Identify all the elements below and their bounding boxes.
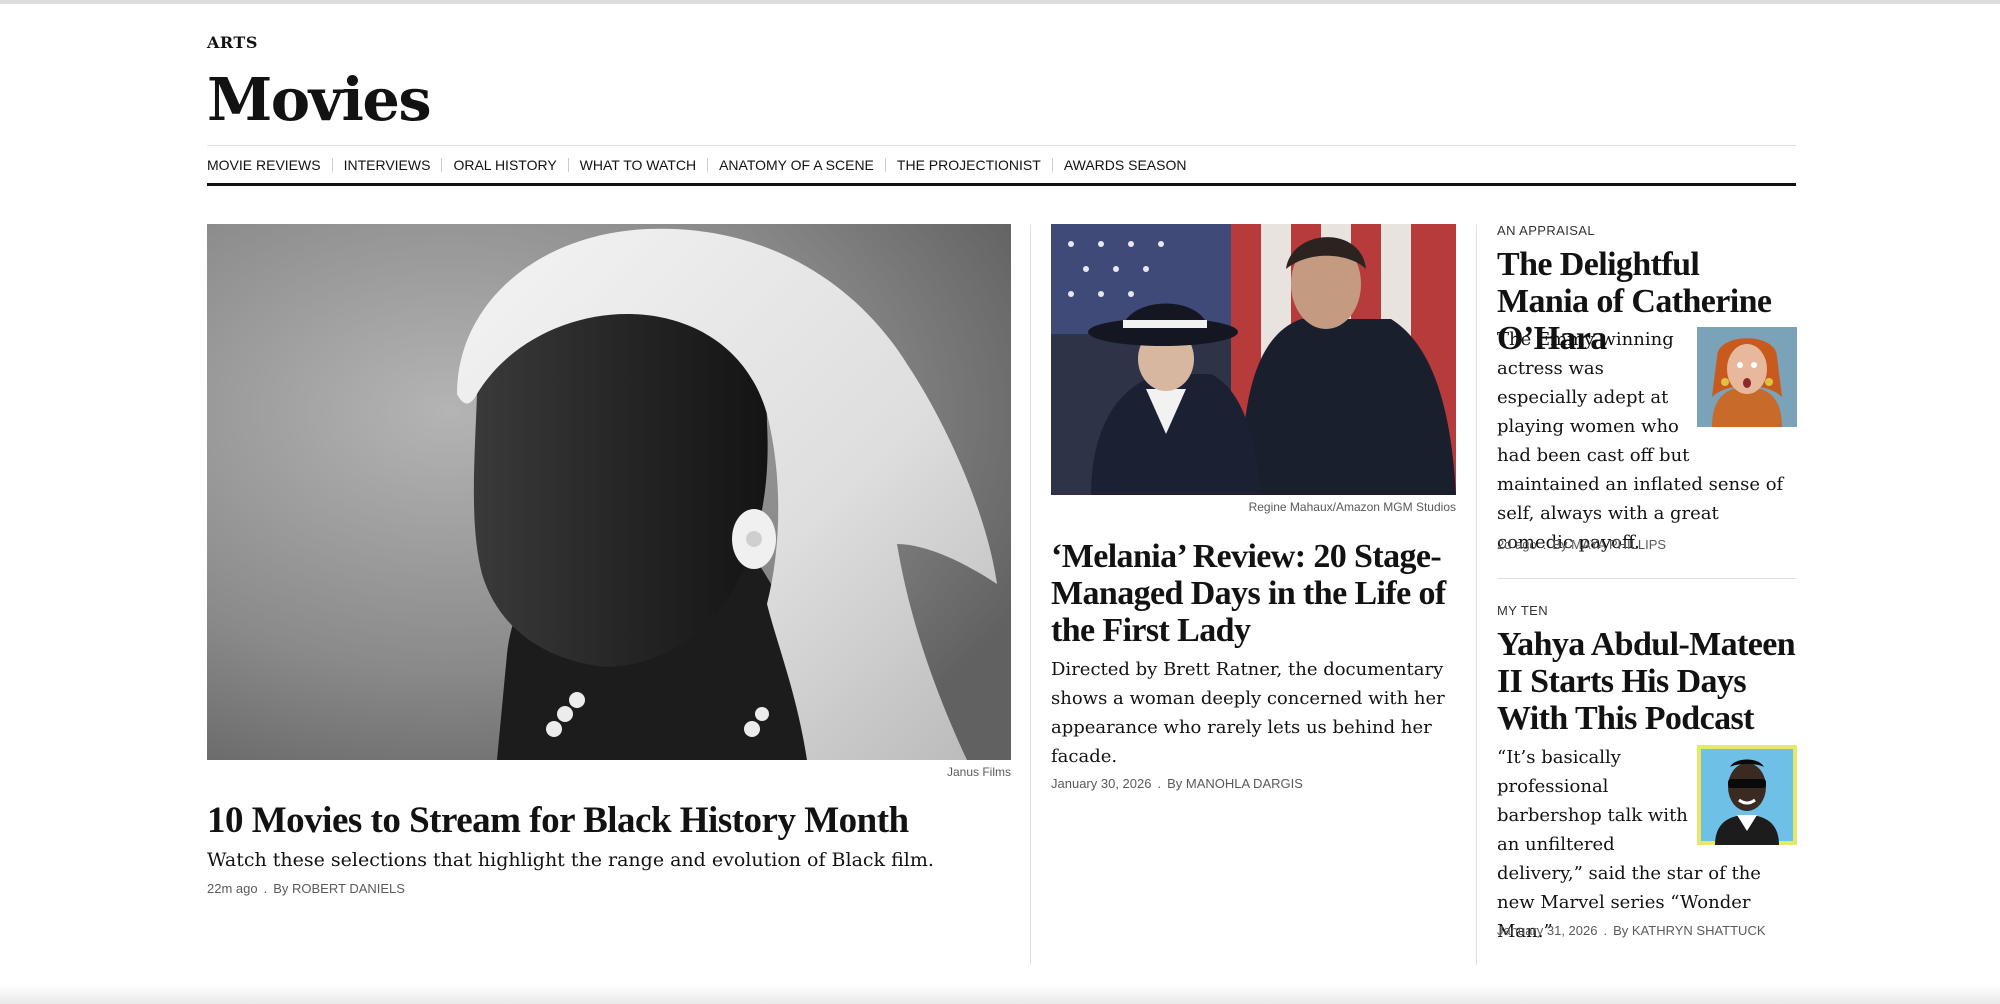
lead-photo-credit: Janus Films: [946, 765, 1011, 779]
middle-photo-credit: Regine Mahaux/Amazon MGM Studios: [1248, 500, 1456, 514]
middle-meta: January 30, 2026. By MANOHLA DARGIS: [1051, 776, 1303, 791]
middle-headline[interactable]: ‘Melania’ Review: 20 Stage-Managed Days …: [1051, 538, 1456, 649]
timestamp: January 30, 2026: [1051, 776, 1152, 791]
right-top-summary: The Emmy-winning actress was especially …: [1497, 325, 1796, 557]
lead-meta: 22m ago. By ROBERT DANIELS: [207, 881, 405, 896]
byline[interactable]: By MAYA PHILLIPS: [1552, 537, 1666, 552]
right-bottom-headline[interactable]: Yahya Abdul-Mateen II Starts His Days Wi…: [1497, 626, 1796, 737]
right-bottom-kicker: MY TEN: [1497, 603, 1549, 618]
byline[interactable]: By KATHRYN SHATTUCK: [1613, 923, 1765, 938]
nav-item-anatomy-of-a-scene[interactable]: ANATOMY OF A SCENE: [707, 157, 885, 172]
right-bottom-meta: January 31, 2026. By KATHRYN SHATTUCK: [1497, 923, 1766, 938]
column-divider: [1030, 225, 1031, 965]
byline[interactable]: By MANOHLA DARGIS: [1167, 776, 1303, 791]
thumbnail-spacer: [1692, 325, 1796, 425]
lead-story-image[interactable]: [207, 224, 1011, 760]
lead-summary: Watch these selections that highlight th…: [207, 849, 934, 871]
timestamp: January 31, 2026: [1497, 923, 1598, 938]
nav-item-oral-history[interactable]: ORAL HISTORY: [441, 157, 567, 172]
section-nav: MOVIE REVIEWS INTERVIEWS ORAL HISTORY WH…: [207, 145, 1796, 186]
browser-bottom-edge: [0, 985, 2000, 1004]
thumbnail-spacer: [1692, 743, 1796, 843]
middle-story-image[interactable]: [1051, 224, 1456, 495]
nav-item-interviews[interactable]: INTERVIEWS: [331, 157, 442, 172]
timestamp: 2d ago: [1497, 537, 1537, 552]
lead-headline[interactable]: 10 Movies to Stream for Black History Mo…: [207, 802, 1011, 839]
browser-top-edge: [0, 0, 2000, 4]
nav-item-the-projectionist[interactable]: THE PROJECTIONIST: [884, 157, 1052, 172]
nav-item-movie-reviews[interactable]: MOVIE REVIEWS: [207, 158, 332, 172]
column-divider: [1476, 225, 1477, 965]
story-divider: [1497, 578, 1796, 579]
right-top-kicker: AN APPRAISAL: [1497, 223, 1596, 238]
timestamp: 22m ago: [207, 881, 258, 896]
nav-item-awards-season[interactable]: AWARDS SEASON: [1051, 157, 1198, 172]
right-bottom-summary: “It’s basically professional barbershop …: [1497, 743, 1796, 946]
middle-summary: Directed by Brett Ratner, the documentar…: [1051, 659, 1445, 767]
section-label[interactable]: ARTS: [207, 33, 258, 52]
byline[interactable]: By ROBERT DANIELS: [273, 881, 405, 896]
right-top-meta: 2d ago. By MAYA PHILLIPS: [1497, 537, 1667, 552]
page-title[interactable]: Movies: [207, 66, 432, 134]
nav-item-what-to-watch[interactable]: WHAT TO WATCH: [567, 157, 707, 172]
